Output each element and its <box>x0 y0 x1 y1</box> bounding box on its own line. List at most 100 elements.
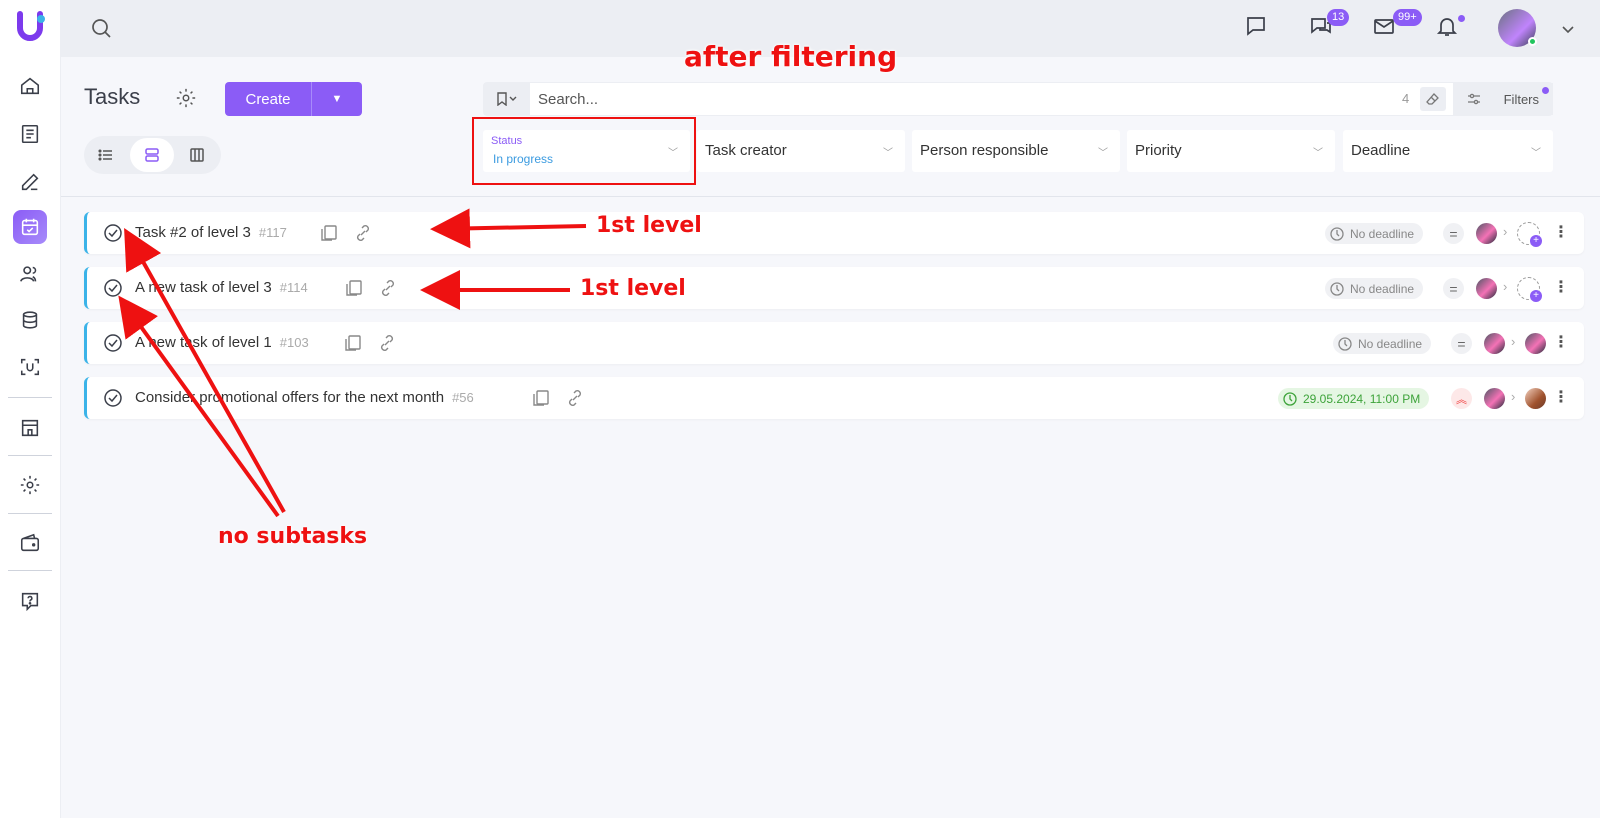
add-responsible-icon[interactable]: + <box>1517 277 1542 302</box>
task-settings-gear-icon[interactable] <box>175 87 197 109</box>
task-name[interactable]: Consider promotional offers for the next… <box>135 389 474 406</box>
add-responsible-icon[interactable]: + <box>1517 222 1542 247</box>
chevron-down-icon[interactable] <box>1561 22 1575 36</box>
annotation-after-filtering: after filtering <box>684 40 898 73</box>
annotation-highlight-box <box>472 117 696 185</box>
deadline-badge[interactable]: No deadline <box>1325 223 1424 244</box>
task-row[interactable]: Task #2 of level 3 #117 No deadline = › +… <box>84 212 1584 254</box>
deadline-badge[interactable]: No deadline <box>1333 333 1432 354</box>
task-number: #117 <box>258 225 287 240</box>
annotation-first-level: 1st level <box>580 276 686 301</box>
priority-normal-icon[interactable]: = <box>1443 223 1464 244</box>
task-number: #114 <box>279 280 308 295</box>
create-button-label[interactable]: Create <box>225 82 312 116</box>
creator-avatar[interactable] <box>1476 223 1497 244</box>
chevron-right-icon: › <box>1511 334 1516 349</box>
copy-icon[interactable] <box>531 388 551 408</box>
task-creator-filter[interactable]: Task creator ﹀ <box>697 130 905 172</box>
sidebar-divider <box>8 570 52 571</box>
deadline-filter[interactable]: Deadline ﹀ <box>1343 130 1553 172</box>
priority-normal-icon[interactable]: = <box>1443 278 1464 299</box>
sliders-icon <box>1468 93 1480 105</box>
clock-icon <box>1283 391 1297 406</box>
chat-icon[interactable] <box>1244 14 1272 42</box>
tasks-calendar-icon[interactable] <box>13 210 47 244</box>
task-name[interactable]: Task #2 of level 3 #117 <box>135 224 287 241</box>
clock-icon <box>1330 226 1344 241</box>
deadline-badge[interactable]: No deadline <box>1325 278 1424 299</box>
messages-badge: 13 <box>1327 9 1350 26</box>
create-button[interactable]: Create ▼ <box>225 82 362 116</box>
stacked-view-icon[interactable] <box>130 138 174 172</box>
eraser-icon[interactable] <box>1420 87 1446 111</box>
link-icon[interactable] <box>378 278 398 298</box>
copy-icon[interactable] <box>319 223 339 243</box>
bookmark-icon[interactable] <box>484 83 530 115</box>
help-icon[interactable] <box>13 584 47 618</box>
copy-icon[interactable] <box>343 333 363 353</box>
check-circle-icon[interactable] <box>103 223 123 243</box>
task-number: #56 <box>452 390 474 405</box>
task-row[interactable]: Consider promotional offers for the next… <box>84 377 1584 419</box>
divider <box>61 196 1600 197</box>
creator-avatar[interactable] <box>1484 333 1505 354</box>
creator-avatar[interactable] <box>1476 278 1497 299</box>
news-icon[interactable] <box>13 117 47 151</box>
search-input[interactable] <box>538 89 1338 109</box>
task-name[interactable]: A new task of level 3 #114 <box>135 279 308 296</box>
check-circle-icon[interactable] <box>103 333 123 353</box>
page-title: Tasks <box>84 84 141 109</box>
responsible-avatar[interactable] <box>1525 333 1546 354</box>
clock-icon <box>1330 281 1344 296</box>
users-icon[interactable] <box>13 257 47 291</box>
search-icon[interactable] <box>89 16 113 40</box>
filters-label: Filters <box>1503 91 1539 107</box>
chevron-down-icon: ﹀ <box>1313 148 1323 159</box>
clock-icon <box>1338 336 1352 351</box>
check-circle-icon[interactable] <box>103 278 123 298</box>
link-icon[interactable] <box>565 388 585 408</box>
priority-filter[interactable]: Priority ﹀ <box>1127 130 1335 172</box>
results-count: 4 <box>1402 91 1410 106</box>
store-icon[interactable] <box>13 411 47 445</box>
online-indicator <box>1528 37 1537 46</box>
kanban-view-icon[interactable] <box>175 138 219 172</box>
home-icon[interactable] <box>13 69 47 103</box>
create-dropdown-icon[interactable]: ▼ <box>312 82 362 116</box>
deadline-text: No deadline <box>1350 281 1415 296</box>
filters-button[interactable]: Filters <box>1453 83 1553 115</box>
task-creator-label: Task creator <box>705 142 787 159</box>
copy-icon[interactable] <box>344 278 364 298</box>
database-icon[interactable] <box>13 303 47 337</box>
link-icon[interactable] <box>353 223 373 243</box>
more-menu-icon[interactable]: ⋮ <box>1553 388 1569 408</box>
sidebar-divider <box>8 513 52 514</box>
check-circle-icon[interactable] <box>103 388 123 408</box>
more-menu-icon[interactable]: ⋮ <box>1553 278 1569 298</box>
settings-icon[interactable] <box>13 468 47 502</box>
task-row[interactable]: A new task of level 1 #103 No deadline = … <box>84 322 1584 364</box>
wallet-icon[interactable] <box>13 526 47 560</box>
person-responsible-filter[interactable]: Person responsible ﹀ <box>912 130 1120 172</box>
priority-high-icon[interactable]: ︽ <box>1451 388 1472 409</box>
deadline-text: No deadline <box>1350 226 1415 241</box>
responsible-avatar[interactable] <box>1525 388 1546 409</box>
deadline-label: Deadline <box>1351 142 1411 159</box>
sidebar <box>0 0 61 818</box>
deadline-text: 29.05.2024, 11:00 PM <box>1303 391 1421 406</box>
view-toggle <box>84 136 221 174</box>
person-responsible-label: Person responsible <box>920 142 1049 159</box>
task-name[interactable]: A new task of level 1 #103 <box>135 334 309 351</box>
more-menu-icon[interactable]: ⋮ <box>1553 223 1569 243</box>
link-icon[interactable] <box>377 333 397 353</box>
task-row[interactable]: A new task of level 3 #114 No deadline = … <box>84 267 1584 309</box>
app-logo[interactable] <box>14 10 48 44</box>
creator-avatar[interactable] <box>1484 388 1505 409</box>
edit-icon[interactable] <box>13 165 47 199</box>
scan-u-icon[interactable] <box>13 350 47 384</box>
search-bar: 4 Filters <box>483 82 1553 116</box>
more-menu-icon[interactable]: ⋮ <box>1553 333 1569 353</box>
deadline-badge[interactable]: 29.05.2024, 11:00 PM <box>1278 388 1430 409</box>
list-view-icon[interactable] <box>84 138 128 172</box>
priority-normal-icon[interactable]: = <box>1451 333 1472 354</box>
